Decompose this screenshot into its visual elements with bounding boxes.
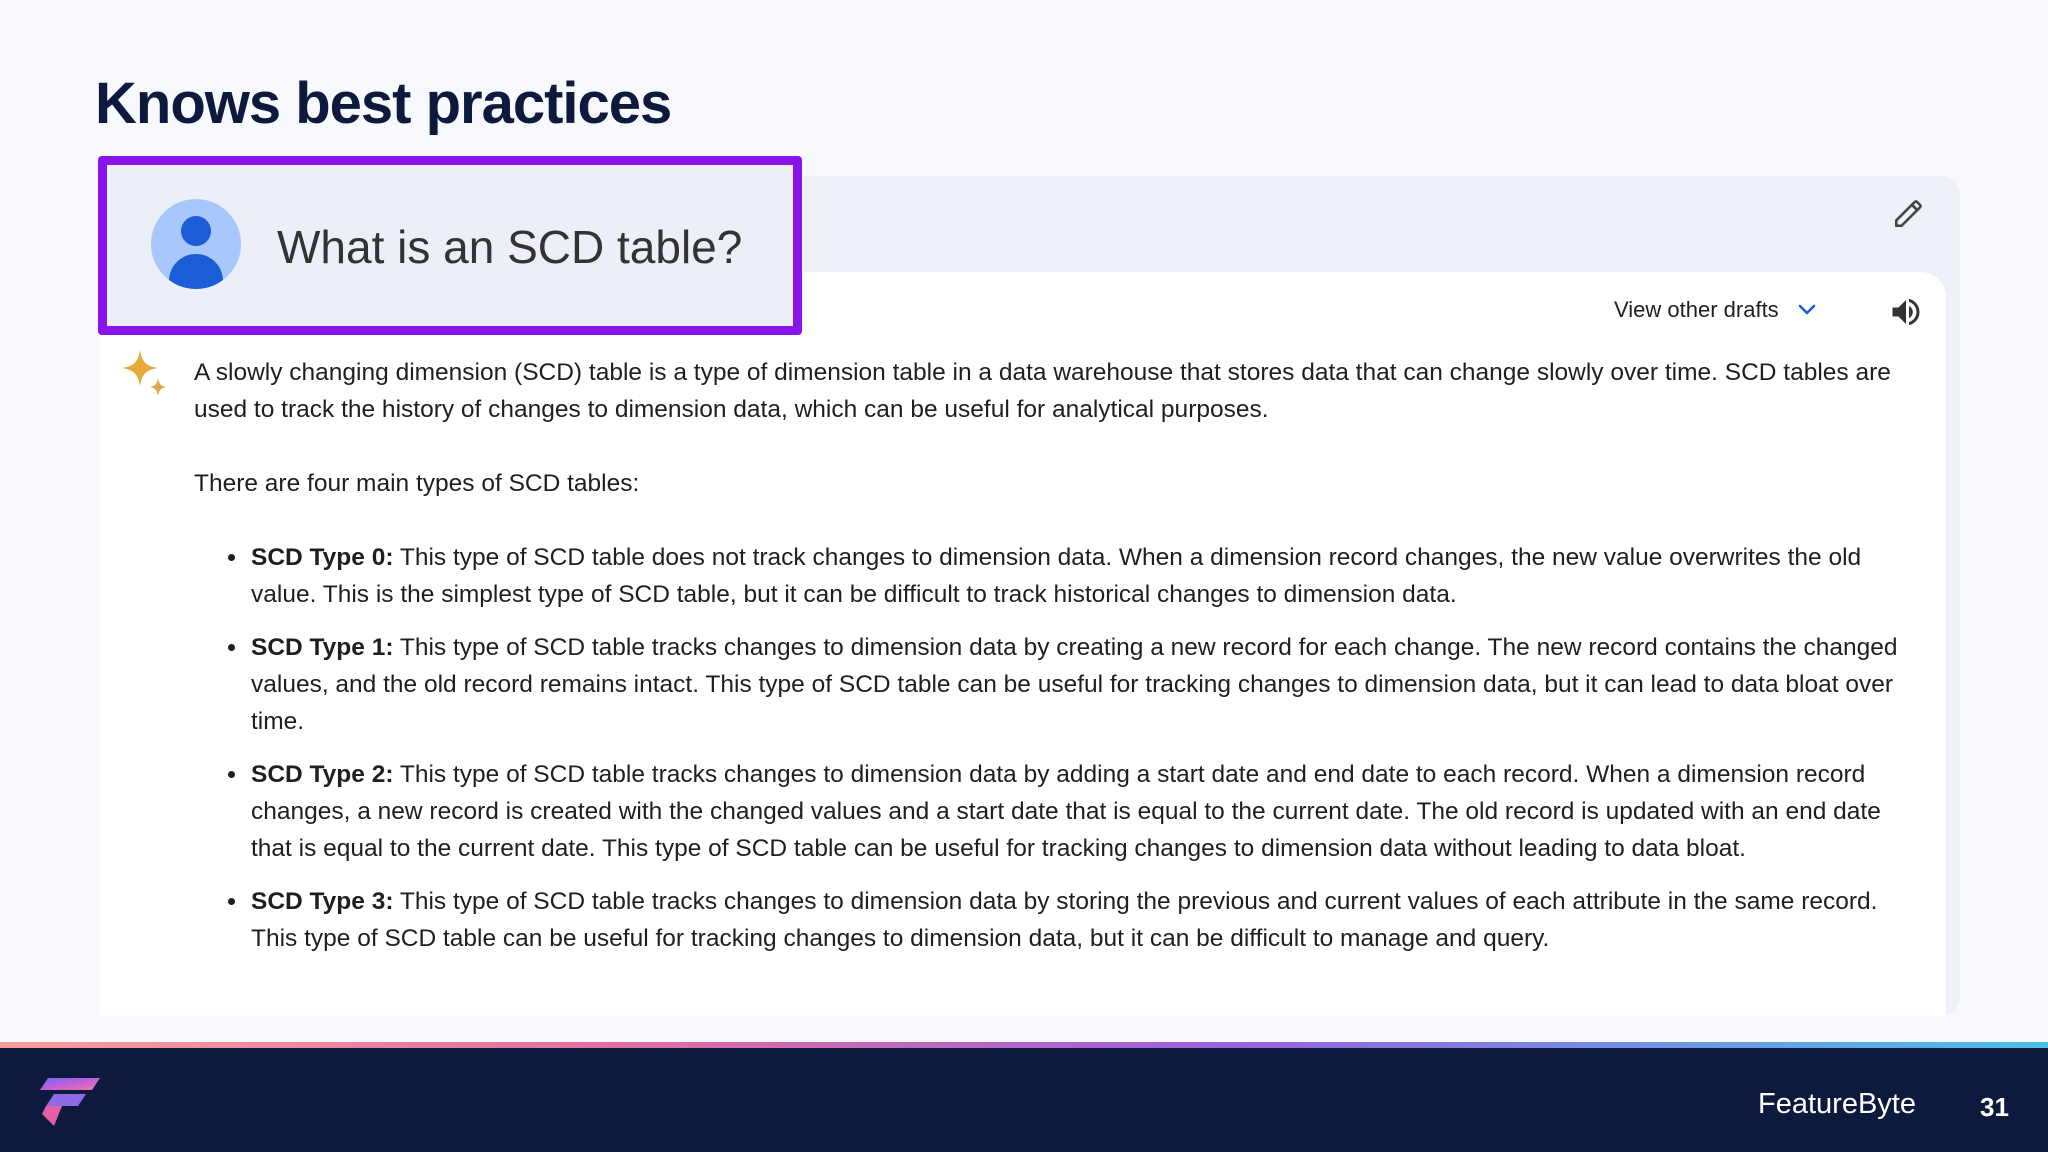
list-item-term: SCD Type 3: — [251, 888, 394, 915]
edit-icon[interactable] — [1892, 196, 1926, 230]
list-item-text: This type of SCD table tracks changes to… — [251, 888, 1878, 952]
list-item-text: This type of SCD table tracks changes to… — [251, 634, 1898, 735]
view-other-drafts-button[interactable]: View other drafts — [1614, 297, 1819, 323]
list-item-text: This type of SCD table tracks changes to… — [251, 761, 1881, 862]
scd-types-list: SCD Type 0: This type of SCD table does … — [194, 539, 1914, 957]
highlighted-prompt: What is an SCD table? — [98, 156, 802, 335]
gemini-sparkle-icon — [122, 350, 166, 396]
speaker-icon[interactable] — [1888, 294, 1924, 330]
list-item: SCD Type 0: This type of SCD table does … — [249, 539, 1914, 613]
avatar-body — [169, 254, 223, 289]
list-item: SCD Type 1: This type of SCD table track… — [249, 629, 1914, 740]
chevron-down-icon — [1798, 304, 1815, 315]
response-intro: A slowly changing dimension (SCD) table … — [194, 359, 1891, 423]
slide-footer: FeatureByte 31 — [0, 1048, 2048, 1152]
user-avatar — [151, 199, 241, 289]
assistant-response: A slowly changing dimension (SCD) table … — [194, 354, 1914, 973]
list-item-term: SCD Type 2: — [251, 761, 394, 788]
brand-name: FeatureByte — [1758, 1088, 1916, 1120]
list-item-text: This type of SCD table does not track ch… — [251, 544, 1862, 608]
view-drafts-label: View other drafts — [1614, 297, 1779, 322]
user-prompt-text: What is an SCD table? — [277, 221, 743, 273]
avatar-head — [181, 216, 211, 246]
page-number: 31 — [1980, 1092, 2009, 1122]
slide-title: Knows best practices — [95, 71, 672, 136]
list-item: SCD Type 2: This type of SCD table track… — [249, 756, 1914, 867]
list-item-term: SCD Type 0: — [251, 544, 394, 571]
featurebyte-logo-icon — [40, 1078, 100, 1126]
list-item: SCD Type 3: This type of SCD table track… — [249, 883, 1914, 957]
list-item-term: SCD Type 1: — [251, 634, 394, 661]
response-lead: There are four main types of SCD tables: — [194, 470, 640, 497]
